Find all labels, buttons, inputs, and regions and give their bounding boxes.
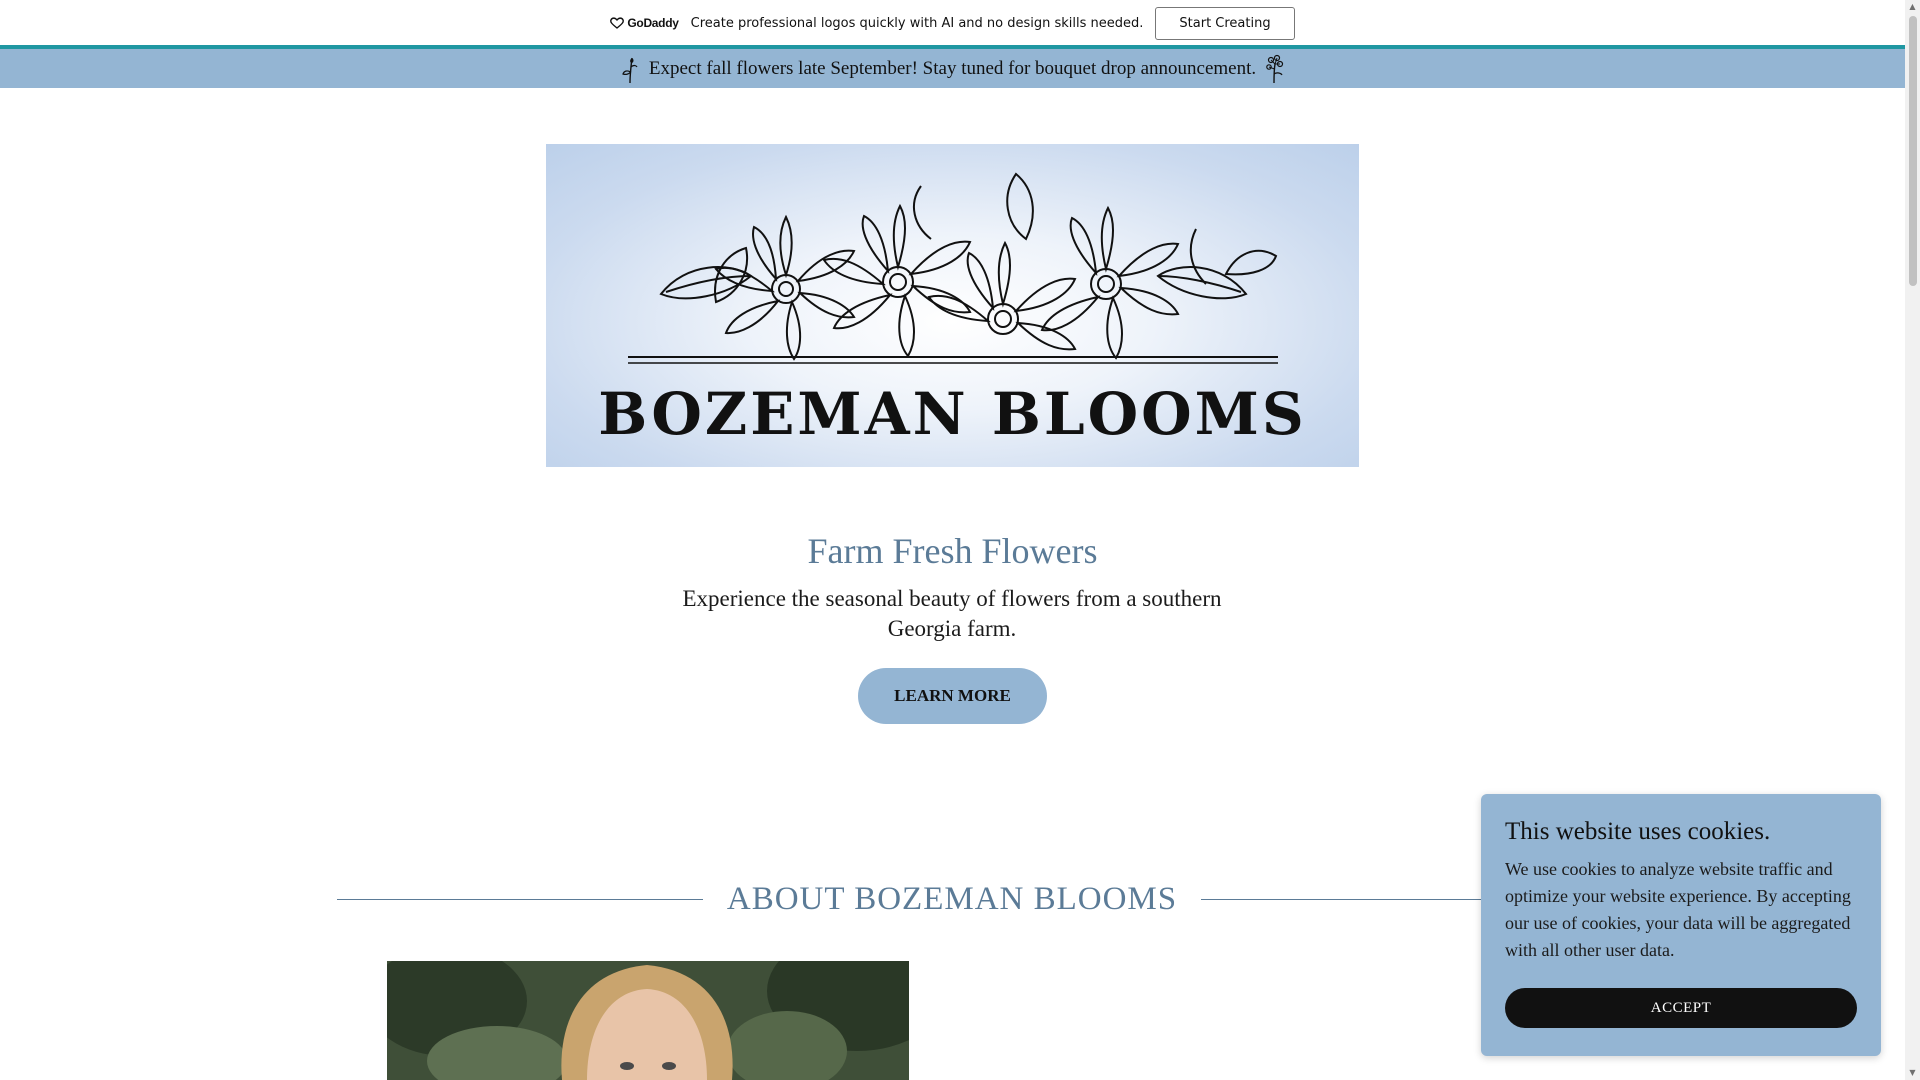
promo-bar: GoDaddy Create professional logos quickl… (0, 0, 1905, 46)
godaddy-logo-text: GoDaddy (627, 16, 679, 30)
promo-message: Create professional logos quickly with A… (690, 15, 1144, 31)
page-scrollbar[interactable]: ▲ ▼ (1905, 0, 1920, 1080)
scroll-thumb[interactable] (1909, 16, 1917, 286)
scroll-down-arrow-icon[interactable]: ▼ (1905, 1066, 1920, 1080)
flower-sprig-icon (619, 54, 641, 84)
about-section-header: ABOUT BOZEMAN BLOOMS (337, 876, 1568, 922)
cookie-message: We use cookies to analyze website traffi… (1505, 859, 1851, 960)
hero-subtitle: Experience the seasonal beauty of flower… (682, 586, 1222, 641)
godaddy-heart-icon (610, 17, 625, 29)
flower-bunch-icon (1264, 54, 1286, 84)
about-photo (387, 961, 909, 1080)
bozeman-blooms-logo-image: BOZEMAN BLOOMS (546, 144, 1359, 467)
logo-wordmark: BOZEMAN BLOOMS (598, 380, 1307, 448)
start-creating-button[interactable]: Start Creating (1155, 6, 1295, 40)
announcement-text: Expect fall flowers late September! Stay… (648, 57, 1257, 79)
cookie-dialog: This website uses cookies. We use cookie… (1481, 794, 1881, 1056)
accept-cookies-button[interactable]: ACCEPT (1505, 988, 1857, 1028)
hero-title: Farm Fresh Flowers (807, 531, 1098, 571)
heading-divider-left (337, 898, 703, 900)
announcement-bar: Expect fall flowers late September! Stay… (0, 49, 1905, 88)
about-heading: ABOUT BOZEMAN BLOOMS (726, 880, 1178, 917)
scroll-up-arrow-icon[interactable]: ▲ (1905, 0, 1920, 14)
godaddy-logo[interactable]: GoDaddy (610, 16, 679, 30)
cookie-title: This website uses cookies. (1505, 818, 1771, 845)
learn-more-button[interactable]: LEARN MORE (858, 668, 1047, 724)
